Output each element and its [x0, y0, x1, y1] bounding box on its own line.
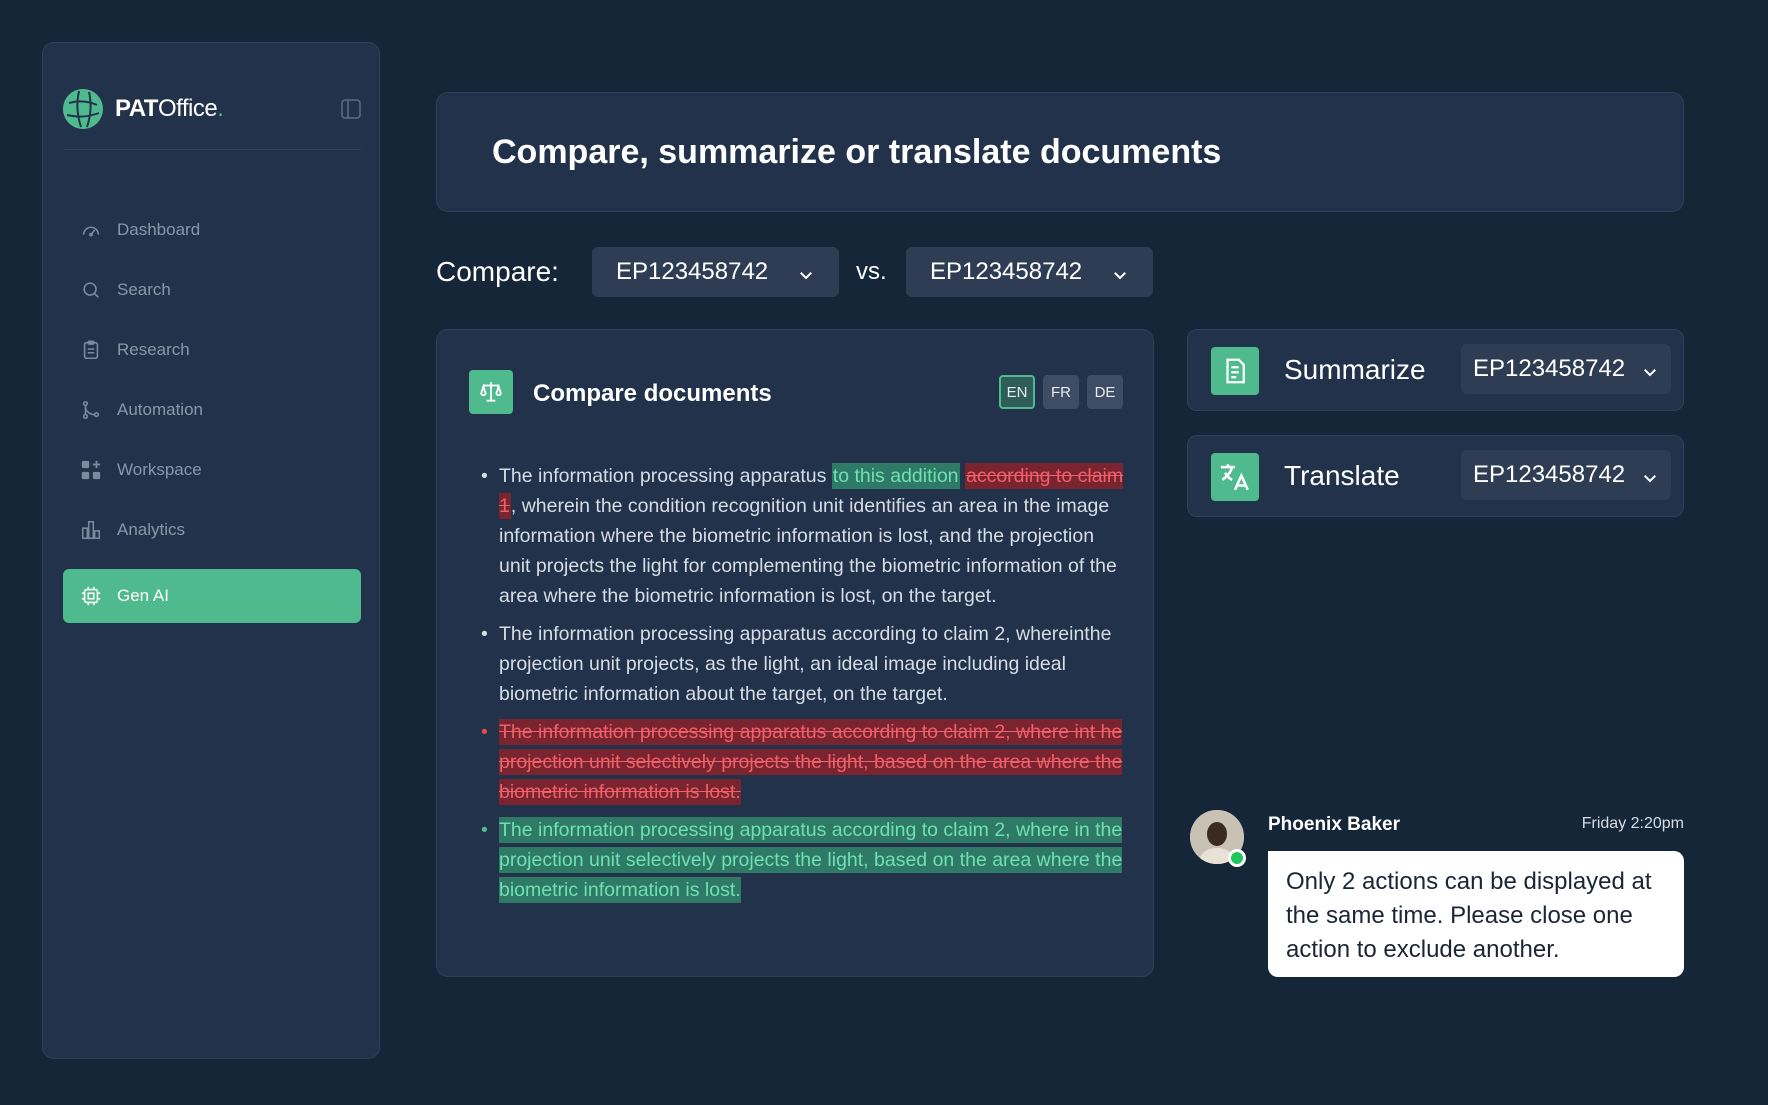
sidebar-item-label: Analytics [117, 520, 186, 539]
logo-globe-icon [63, 89, 103, 129]
sidebar-item-label: Automation [117, 400, 203, 419]
chat-timestamp: Friday 2:20pm [1581, 815, 1684, 832]
dashboard-icon [79, 218, 103, 242]
language-toggle: EN FR DE [999, 375, 1123, 409]
unchanged-text: The information processing apparatus [499, 465, 832, 487]
brand[interactable]: PATOffice. [63, 89, 363, 129]
left-document-select[interactable]: EP123458742 [592, 247, 839, 297]
inserted-text: The information processing apparatus acc… [499, 817, 1123, 903]
bar-chart-icon [79, 518, 103, 542]
sidebar-nav: Dashboard Search Research Automation Wor… [63, 203, 361, 629]
translate-document-value: EP123458742 [1473, 461, 1626, 488]
sidebar-item-label: Search [117, 280, 171, 299]
unchanged-text: The information processing apparatus acc… [499, 623, 1112, 705]
chat-message: Only 2 actions can be displayed at the s… [1268, 851, 1684, 977]
removed-text: The information processing apparatus acc… [499, 719, 1123, 805]
sidebar-item-research[interactable]: Research [63, 323, 361, 377]
compare-label: Compare: [436, 256, 559, 287]
brand-name: PATOffice. [115, 95, 224, 122]
translate-label: Translate [1284, 460, 1400, 491]
comparison-item: The information processing apparatus acc… [481, 619, 1125, 709]
scale-icon [469, 370, 513, 414]
sidebar-collapse-icon[interactable] [339, 97, 363, 121]
summarize-document-select[interactable]: EP123458742 [1461, 344, 1671, 394]
language-en-button[interactable]: EN [999, 375, 1035, 409]
chevron-down-icon [1641, 360, 1659, 378]
git-branch-icon [79, 398, 103, 422]
summarize-card: Summarize EP123458742 [1187, 329, 1684, 411]
online-status-indicator [1228, 849, 1246, 867]
clipboard-icon [79, 338, 103, 362]
translate-icon [1211, 453, 1259, 501]
chevron-down-icon [797, 263, 815, 281]
sidebar: PATOffice. Dashboard Search Research Aut… [42, 42, 380, 1059]
header-card: Compare, summarize or translate document… [436, 92, 1684, 212]
page-title: Compare, summarize or translate document… [492, 133, 1222, 171]
comparison-list: The information processing apparatus to … [481, 461, 1125, 913]
language-de-button[interactable]: DE [1087, 375, 1123, 409]
sidebar-item-analytics[interactable]: Analytics [63, 503, 361, 557]
inserted-text: to this addition [831, 463, 960, 489]
sidebar-item-label: Workspace [117, 460, 202, 479]
right-document-select[interactable]: EP123458742 [906, 247, 1153, 297]
grid-plus-icon [79, 458, 103, 482]
sidebar-item-automation[interactable]: Automation [63, 383, 361, 437]
sidebar-item-label: Gen AI [117, 586, 169, 605]
sidebar-item-search[interactable]: Search [63, 263, 361, 317]
right-document-value: EP123458742 [930, 258, 1083, 285]
sidebar-item-label: Research [117, 340, 190, 359]
document-icon [1211, 347, 1259, 395]
compare-documents-card: Compare documents EN FR DE The informati… [436, 329, 1154, 977]
vs-label: vs. [856, 258, 887, 285]
sidebar-item-label: Dashboard [117, 220, 201, 239]
chat-sender-name: Phoenix Baker [1268, 814, 1400, 835]
comparison-item-removed: The information processing apparatus acc… [481, 717, 1125, 807]
chevron-down-icon [1641, 466, 1659, 484]
left-document-value: EP123458742 [616, 258, 769, 285]
summarize-document-value: EP123458742 [1473, 355, 1626, 382]
chip-icon [79, 584, 103, 608]
comparison-item: The information processing apparatus to … [481, 461, 1125, 611]
unchanged-text: , wherein the condition recognition unit… [499, 495, 1117, 607]
chevron-down-icon [1111, 263, 1129, 281]
translate-card: Translate EP123458742 [1187, 435, 1684, 517]
sidebar-item-workspace[interactable]: Workspace [63, 443, 361, 497]
search-icon [79, 278, 103, 302]
compare-documents-title: Compare documents [533, 380, 772, 407]
comparison-item-inserted: The information processing apparatus acc… [481, 815, 1125, 905]
sidebar-item-gen-ai[interactable]: Gen AI [63, 569, 361, 623]
translate-document-select[interactable]: EP123458742 [1461, 450, 1671, 500]
sidebar-item-dashboard[interactable]: Dashboard [63, 203, 361, 257]
brand-divider [63, 149, 361, 150]
language-fr-button[interactable]: FR [1043, 375, 1079, 409]
summarize-label: Summarize [1284, 354, 1426, 385]
